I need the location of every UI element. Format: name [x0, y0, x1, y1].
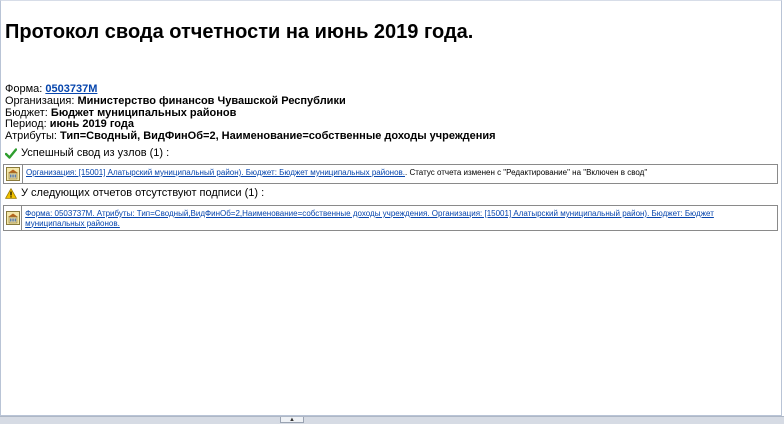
page-title: Протокол свода отчетности на июнь 2019 г… — [5, 21, 474, 43]
warning-item-link[interactable]: Форма: 0503737М. Атрибуты: Тип=Сводный,В… — [25, 209, 714, 228]
success-item-status: . Статус отчета изменен с "Редактировани… — [405, 168, 648, 177]
success-item-link[interactable]: Организация: [15001] Алатырский муниципа… — [26, 168, 405, 177]
form-label: Форма: — [5, 83, 43, 95]
success-item-text: Организация: [15001] Алатырский муниципа… — [23, 165, 650, 180]
warning-item-text: Форма: 0503737М. Атрибуты: Тип=Сводный,В… — [22, 206, 777, 230]
period-label: Период: — [5, 118, 47, 131]
budget-value: Бюджет муниципальных районов — [50, 106, 237, 119]
chevron-up-icon: ▲ — [289, 416, 295, 423]
building-icon — [4, 206, 23, 230]
organization-label: Организация: — [5, 94, 75, 107]
report-panel: Протокол свода отчетности на июнь 2019 г… — [0, 0, 782, 416]
budget-label: Бюджет: — [5, 106, 48, 119]
warning-heading: У следующих отчетов отсутствуют подписи … — [5, 187, 264, 199]
form-link[interactable]: 0503737М — [45, 83, 97, 95]
success-item: Организация: [15001] Алатырский муниципа… — [3, 164, 778, 184]
bottom-splitter-bar[interactable]: ▲ — [0, 416, 784, 424]
warning-item: Форма: 0503737М. Атрибуты: Тип=Сводный,В… — [3, 205, 778, 231]
success-heading-text: Успешный свод из узлов (1) : — [21, 147, 170, 159]
building-icon — [4, 165, 23, 183]
check-icon — [5, 147, 17, 159]
warning-icon — [5, 187, 17, 199]
period-value: июнь 2019 года — [49, 118, 134, 131]
organization-value: Министерство финансов Чувашской Республи… — [77, 94, 346, 107]
attributes-row: Атрибуты: Тип=Сводный, ВидФинОб=2, Наиме… — [5, 130, 496, 143]
warning-heading-text: У следующих отчетов отсутствуют подписи … — [21, 187, 265, 199]
report-info: Форма: 0503737М Организация: Министерств… — [5, 83, 496, 143]
attributes-value: Тип=Сводный, ВидФинОб=2, Наименование=со… — [60, 130, 496, 143]
success-heading: Успешный свод из узлов (1) : — [5, 147, 169, 159]
splitter-handle[interactable]: ▲ — [280, 417, 304, 423]
attributes-label: Атрибуты: — [5, 130, 57, 143]
